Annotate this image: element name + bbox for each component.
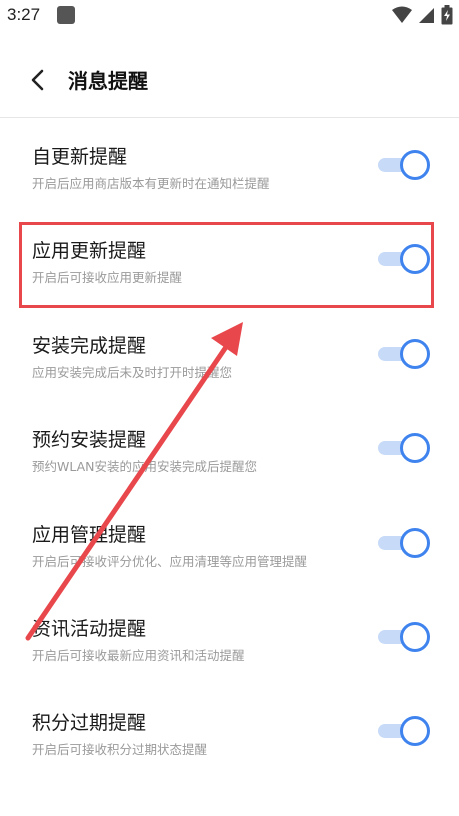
setting-title: 应用更新提醒	[32, 240, 147, 263]
setting-title: 安装完成提醒	[32, 334, 147, 357]
setting-title: 应用管理提醒	[32, 523, 147, 546]
page-title: 消息提醒	[68, 69, 148, 93]
setting-row-app-management: 应用管理提醒 开启后可接收评分优化、应用清理等应用管理提醒	[0, 496, 459, 590]
setting-row-app-update: 应用更新提醒 开启后可接收应用更新提醒	[0, 212, 459, 306]
setting-row-news-activity: 资讯活动提醒 开启后可接收最新应用资讯和活动提醒	[0, 590, 459, 684]
setting-row-self-update: 自更新提醒 开启后应用商店版本有更新时在通知栏提醒	[0, 118, 459, 212]
app-update-toggle[interactable]	[376, 244, 430, 275]
app-management-toggle[interactable]	[376, 527, 430, 558]
news-activity-toggle[interactable]	[376, 621, 430, 652]
toggle-thumb	[400, 150, 430, 180]
toggle-thumb	[400, 433, 430, 464]
setting-title: 积分过期提醒	[32, 712, 147, 735]
toggle-thumb	[400, 338, 430, 369]
setting-description: 开启后可接收积分过期状态提醒	[32, 742, 208, 758]
setting-title: 资讯活动提醒	[32, 617, 147, 640]
scheduled-install-toggle[interactable]	[376, 433, 430, 464]
setting-description: 开启后应用商店版本有更新时在通知栏提醒	[32, 176, 270, 191]
status-time: 3:27	[7, 5, 41, 24]
setting-row-scheduled-install: 预约安装提醒 预约WLAN安装的应用安装完成后提醒您	[0, 401, 459, 495]
setting-description: 开启后可接收应用更新提醒	[32, 270, 183, 286]
setting-row-install-complete: 安装完成提醒 应用安装完成后未及时打开时提醒您	[0, 307, 459, 401]
status-icons	[392, 5, 453, 25]
self-update-toggle[interactable]	[376, 150, 430, 180]
points-expiry-toggle[interactable]	[376, 716, 430, 747]
wifi-icon	[392, 6, 412, 23]
toggle-thumb	[400, 244, 430, 275]
setting-description: 预约WLAN安装的应用安装完成后提醒您	[32, 459, 258, 475]
toggle-thumb	[400, 621, 430, 652]
toggle-thumb	[400, 716, 430, 747]
back-arrow-icon[interactable]	[24, 66, 52, 94]
setting-title: 自更新提醒	[32, 146, 128, 168]
cellular-signal-icon	[419, 8, 434, 23]
battery-charging-icon	[441, 5, 453, 25]
app-notification-icon	[57, 6, 75, 24]
setting-description: 应用安装完成后未及时打开时提醒您	[32, 364, 233, 380]
setting-title: 预约安装提醒	[32, 429, 147, 452]
setting-description: 开启后可接收评分优化、应用清理等应用管理提醒	[32, 553, 308, 569]
toggle-thumb	[400, 527, 430, 558]
setting-description: 开启后可接收最新应用资讯和活动提醒	[32, 647, 245, 663]
settings-list: 自更新提醒 开启后应用商店版本有更新时在通知栏提醒 应用更新提醒 开启后可接收应…	[0, 118, 459, 779]
status-bar: 3:27	[0, 0, 459, 32]
header: 消息提醒	[0, 50, 459, 110]
install-complete-toggle[interactable]	[376, 338, 430, 369]
setting-row-points-expiry: 积分过期提醒 开启后可接收积分过期状态提醒	[0, 684, 459, 778]
